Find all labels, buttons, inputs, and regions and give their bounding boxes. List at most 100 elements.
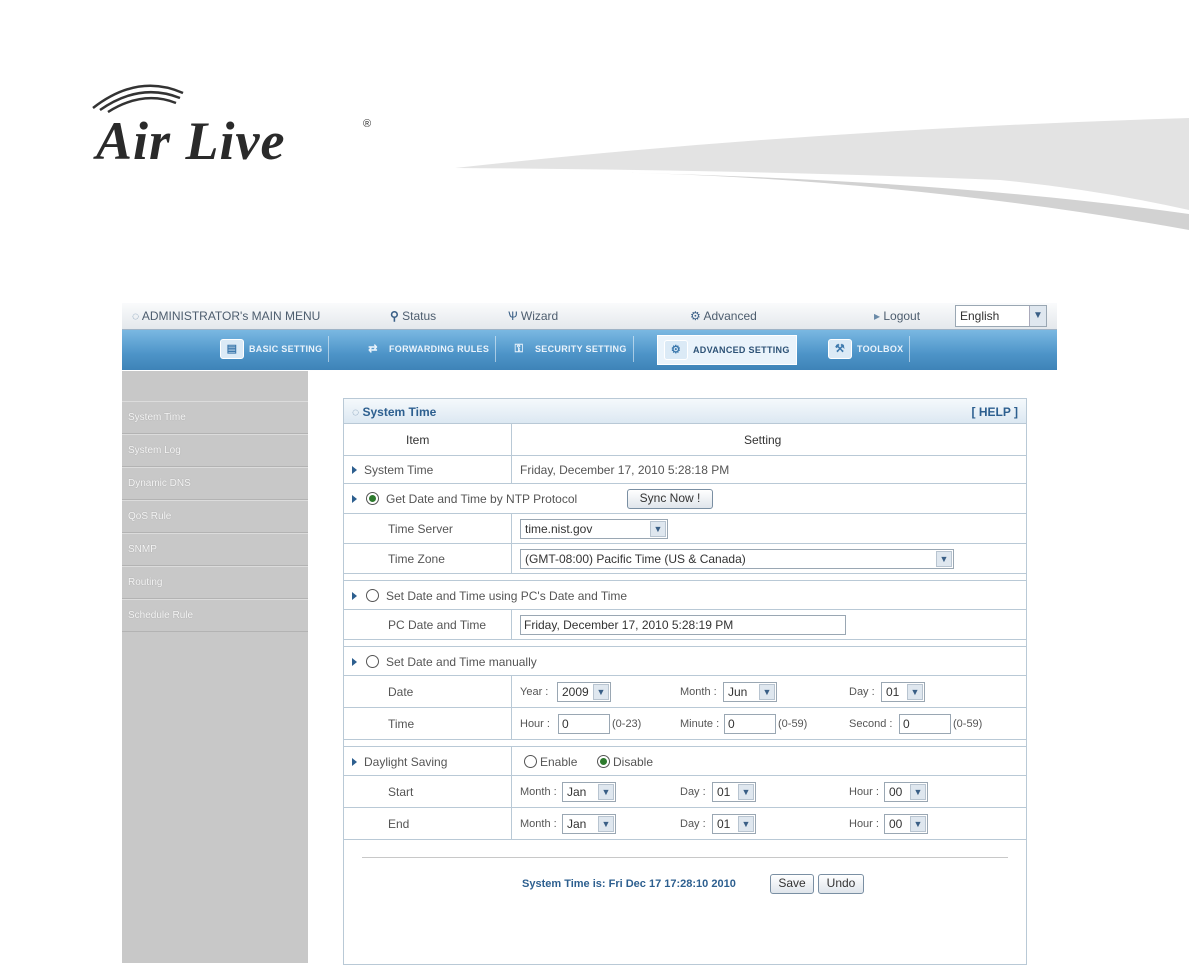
dst-end-month-label: Month : <box>520 818 557 830</box>
hour-input[interactable]: 0 <box>558 714 610 734</box>
advanced-link[interactable]: ⚙ Advanced <box>690 309 757 323</box>
time-zone-select[interactable]: (GMT-08:00) Pacific Time (US & Canada) ▼ <box>520 549 954 569</box>
pc-time-label: Set Date and Time using PC's Date and Ti… <box>386 589 628 603</box>
dst-end-hour-select[interactable]: 00 ▼ <box>884 814 928 834</box>
tab-toolbox[interactable]: ⚒ TOOLBOX <box>822 336 911 362</box>
hour-range: (0-23) <box>612 718 642 730</box>
wizard-icon: Ѱ <box>508 309 521 323</box>
sidebar-item-snmp[interactable]: SNMP <box>122 533 308 566</box>
second-input[interactable]: 0 <box>899 714 951 734</box>
tab-forwarding-rules[interactable]: ⇄ FORWARDING RULES <box>356 336 497 362</box>
pc-time-row: Set Date and Time using PC's Date and Ti… <box>344 580 1026 610</box>
help-link[interactable]: [ HELP ] <box>972 405 1018 419</box>
row-arrow-icon <box>352 658 357 666</box>
pc-time-radio[interactable] <box>366 589 379 602</box>
dst-end-hour-label: Hour : <box>849 818 879 830</box>
ntp-row: Get Date and Time by NTP Protocol Sync N… <box>344 484 1026 514</box>
dst-start-label: Start <box>388 785 414 799</box>
dst-start-month-select[interactable]: Jan ▼ <box>562 782 616 802</box>
dst-end-day-label: Day : <box>680 818 706 830</box>
title-bullet-icon: ◌ <box>352 405 363 419</box>
chevron-down-icon: ▼ <box>910 784 926 800</box>
chevron-down-icon: ▼ <box>598 784 614 800</box>
row-arrow-icon <box>352 592 357 600</box>
minute-range: (0-59) <box>778 718 808 730</box>
dst-end-label: End <box>388 817 410 831</box>
save-button[interactable]: Save <box>770 874 814 894</box>
dst-end-day-select[interactable]: 01 ▼ <box>712 814 756 834</box>
pc-date-time-label: PC Date and Time <box>388 618 487 632</box>
year-label: Year : <box>520 686 549 698</box>
dst-enable-label: Enable <box>540 755 578 769</box>
tab-security-setting[interactable]: ⚿ SECURITY SETTING <box>502 336 634 362</box>
time-zone-label: Time Zone <box>388 552 445 566</box>
year-select[interactable]: 2009 ▼ <box>557 682 611 702</box>
sidebar-item-qos-rule[interactable]: QoS Rule <box>122 500 308 533</box>
wizard-link[interactable]: Ѱ Wizard <box>508 309 558 323</box>
ntp-radio[interactable] <box>366 492 379 505</box>
tab-basic-setting[interactable]: ▤ BASIC SETTING <box>214 336 330 362</box>
dst-start-row: Start Month : Jan ▼ Day : 01 ▼ Hour : 00… <box>344 776 1026 808</box>
dst-disable-radio[interactable] <box>597 755 610 768</box>
sidebar-item-routing[interactable]: Routing <box>122 566 308 599</box>
page-title: ◌ System Time <box>352 405 437 419</box>
menu-bullet-icon: ◌ <box>132 309 142 323</box>
tab-advanced-setting[interactable]: ⚙ ADVANCED SETTING <box>657 335 797 365</box>
manual-time-radio[interactable] <box>366 655 379 668</box>
month-select[interactable]: Jun ▼ <box>723 682 777 702</box>
second-range: (0-59) <box>953 718 983 730</box>
chevron-down-icon: ▼ <box>738 816 754 832</box>
logout-link[interactable]: ▸ Logout <box>874 309 920 323</box>
sidebar-item-system-time[interactable]: System Time <box>122 401 308 434</box>
date-label: Date <box>388 685 414 699</box>
airlive-logo: Air Live <box>96 111 286 171</box>
sidebar: System Time System Log Dynamic DNS QoS R… <box>122 371 308 963</box>
column-header-setting: Setting <box>744 433 782 447</box>
day-label: Day : <box>849 686 875 698</box>
time-server-select[interactable]: time.nist.gov ▼ <box>520 519 668 539</box>
dst-start-hour-label: Hour : <box>849 786 879 798</box>
minute-input[interactable]: 0 <box>724 714 776 734</box>
footer-divider <box>362 857 1008 858</box>
security-icon: ⚿ <box>514 343 524 355</box>
advanced-icon: ⚙ <box>690 309 704 323</box>
time-label: Time <box>388 717 415 731</box>
dst-enable-radio[interactable] <box>524 755 537 768</box>
row-arrow-icon <box>352 495 357 503</box>
advanced-setting-icon: ⚙ <box>664 340 688 360</box>
status-link[interactable]: ⚲ Status <box>390 309 436 323</box>
language-select[interactable]: English ▼ <box>955 305 1047 327</box>
manual-date-row: Date Year : 2009 ▼ Month : Jun ▼ Day : 0… <box>344 676 1026 708</box>
dst-start-hour-select[interactable]: 00 ▼ <box>884 782 928 802</box>
dst-end-month-select[interactable]: Jan ▼ <box>562 814 616 834</box>
sidebar-item-system-log[interactable]: System Log <box>122 434 308 467</box>
chevron-down-icon: ▼ <box>936 551 952 567</box>
manual-time-label: Set Date and Time manually <box>386 655 537 669</box>
ntp-label: Get Date and Time by NTP Protocol <box>386 492 578 506</box>
system-time-status: System Time is: Fri Dec 17 17:28:10 2010 <box>522 878 736 890</box>
logout-bullet-icon: ▸ <box>874 309 884 323</box>
day-select[interactable]: 01 ▼ <box>881 682 925 702</box>
admin-main-menu-link[interactable]: ◌ ADMINISTRATOR's MAIN MENU <box>132 309 320 323</box>
sidebar-item-schedule-rule[interactable]: Schedule Rule <box>122 599 308 632</box>
pc-date-time-row: PC Date and Time Friday, December 17, 20… <box>344 610 1026 640</box>
system-time-label: System Time <box>364 463 434 477</box>
pc-date-time-field[interactable]: Friday, December 17, 2010 5:28:19 PM <box>520 615 846 635</box>
sidebar-item-dynamic-dns[interactable]: Dynamic DNS <box>122 467 308 500</box>
dst-start-day-select[interactable]: 01 ▼ <box>712 782 756 802</box>
table-header-row: Item Setting <box>344 424 1026 456</box>
undo-button[interactable]: Undo <box>818 874 864 894</box>
dst-start-month-label: Month : <box>520 786 557 798</box>
month-label: Month : <box>680 686 717 698</box>
row-arrow-icon <box>352 758 357 766</box>
chevron-down-icon: ▼ <box>650 521 666 537</box>
chevron-down-icon: ▼ <box>598 816 614 832</box>
manual-time-row: Set Date and Time manually <box>344 646 1026 676</box>
sync-now-button[interactable]: Sync Now ! <box>627 489 713 509</box>
panel-title-bar: ◌ System Time [ HELP ] <box>344 399 1026 424</box>
system-time-panel: ◌ System Time [ HELP ] Item Setting Syst… <box>343 398 1027 965</box>
system-time-value: Friday, December 17, 2010 5:28:18 PM <box>520 463 730 477</box>
time-zone-row: Time Zone (GMT-08:00) Pacific Time (US &… <box>344 544 1026 574</box>
chevron-down-icon: ▼ <box>593 684 609 700</box>
chevron-down-icon: ▼ <box>738 784 754 800</box>
